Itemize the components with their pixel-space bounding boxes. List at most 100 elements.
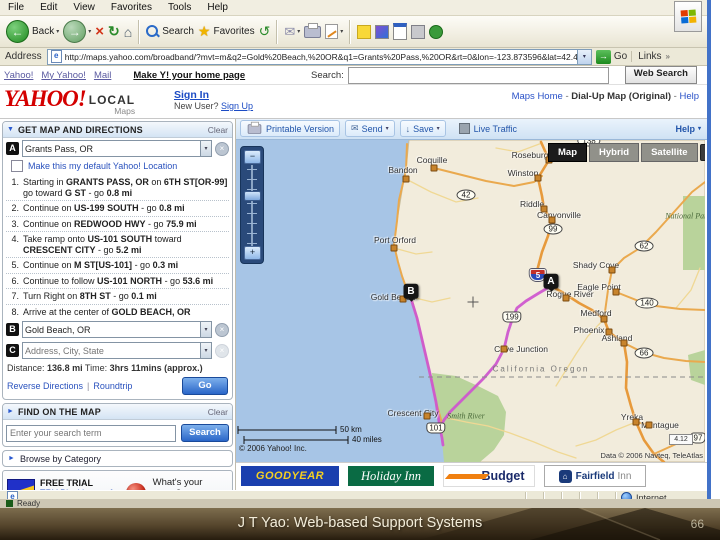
marker-c-badge: C — [6, 344, 19, 357]
address-dropdown-icon[interactable]: ▾ — [577, 48, 592, 65]
satellite-view-button[interactable]: Satellite — [641, 142, 698, 162]
zoom-out-button[interactable]: − — [244, 149, 261, 164]
map-help-button[interactable]: Help ▾ — [675, 124, 701, 134]
zoom-slider-track[interactable] — [251, 164, 253, 247]
route-shield-101: 101 — [426, 422, 446, 434]
map-center-crosshair-icon — [467, 296, 479, 308]
refresh-button[interactable]: ↻ — [108, 23, 120, 40]
map-canvas[interactable]: National Park Smith River CoquilleBandon P… — [236, 139, 705, 462]
stop-button[interactable]: × — [95, 23, 104, 40]
reverse-directions-link[interactable]: Reverse Directions — [7, 381, 83, 391]
map-city-dot — [430, 164, 438, 172]
mail-link[interactable]: Mail — [94, 70, 111, 81]
mail-dropdown-icon[interactable]: ▾ — [297, 28, 300, 35]
my-yahoo-link[interactable]: My Yahoo! — [41, 70, 86, 81]
destination-dropdown-icon[interactable]: ▾ — [200, 321, 212, 338]
collapse-arrow-icon[interactable]: ▼ — [7, 126, 14, 133]
notes-addon-icon[interactable] — [357, 24, 372, 39]
address-url: http://maps.yahoo.com/broadband/?mvt=m&q… — [64, 51, 578, 62]
printable-version-button[interactable]: Printable Version — [240, 120, 341, 138]
route-shield-66: 66 — [634, 347, 654, 359]
plugin-addon-icon[interactable] — [429, 24, 444, 39]
origin-input[interactable] — [22, 140, 200, 157]
stop-c-input[interactable] — [22, 342, 200, 359]
destination-clear-icon[interactable]: × — [215, 322, 229, 337]
favorites-button[interactable]: ★ Favorites — [198, 23, 255, 40]
mail-button[interactable]: ✉ ▾ — [284, 24, 300, 40]
map-view-button[interactable]: Map — [548, 142, 587, 162]
roundtrip-link[interactable]: Roundtrip — [93, 381, 132, 391]
menu-view[interactable]: View — [65, 2, 103, 13]
window-addon-icon[interactable] — [393, 23, 408, 40]
stop-c-dropdown-icon[interactable]: ▾ — [200, 342, 212, 359]
route-marker-B[interactable]: B — [403, 283, 419, 302]
map-city-dot — [390, 244, 398, 252]
menu-tools[interactable]: Tools — [160, 2, 199, 13]
maps-home-link[interactable]: Maps Home — [512, 91, 563, 102]
back-dropdown-icon[interactable]: ▾ — [56, 28, 59, 35]
origin-dropdown-icon[interactable]: ▾ — [200, 140, 212, 157]
send-icon: ✉ — [351, 123, 359, 134]
browser-toolbar: ← Back ▾ → ▾ × ↻ ⌂ Search ★ Favorites ↺ … — [0, 16, 707, 48]
yahoo-search-input[interactable] — [347, 66, 609, 84]
sign-up-link[interactable]: Sign Up — [221, 101, 253, 111]
zoom-in-button[interactable]: + — [244, 245, 261, 260]
edit-button[interactable]: ▾ — [325, 24, 343, 39]
find-search-input[interactable] — [6, 424, 176, 442]
default-location-checkbox[interactable] — [11, 160, 23, 172]
history-button[interactable]: ↺ — [259, 23, 271, 40]
route-marker-A[interactable]: A — [543, 273, 559, 292]
links-toolbar[interactable]: Links » — [631, 51, 670, 62]
yahoo-local-logo[interactable]: YAHOO! LOCAL Maps — [4, 87, 166, 116]
security-addon-icon[interactable] — [411, 24, 426, 39]
browse-by-category[interactable]: ► Browse by Category — [2, 450, 233, 467]
make-homepage-link[interactable]: Make Y! your home page — [133, 70, 245, 81]
dialup-map-link[interactable]: Dial-Up Map (Original) — [571, 91, 671, 102]
help-link[interactable]: Help — [679, 91, 699, 102]
time-value: 3hrs 11mins (approx.) — [109, 363, 203, 373]
link-separator: | — [87, 381, 90, 391]
yahoo-link[interactable]: Yahoo! — [4, 70, 33, 81]
web-search-button[interactable]: Web Search — [624, 66, 697, 84]
search-field-label: Search: — [311, 69, 344, 81]
messenger-addon-icon[interactable] — [375, 24, 390, 39]
send-button[interactable]: ✉ Send ▾ — [345, 120, 395, 138]
go-button[interactable]: → Go — [595, 49, 627, 64]
forward-dropdown-icon[interactable]: ▾ — [88, 28, 91, 35]
home-button[interactable]: ⌂ — [124, 24, 132, 40]
menu-file[interactable]: File — [0, 2, 32, 13]
forward-button[interactable]: → ▾ — [63, 20, 91, 43]
save-button[interactable]: ↓ Save ▾ — [399, 120, 446, 138]
holiday-inn-ad[interactable]: Holiday Inn — [348, 466, 434, 487]
sign-in-link[interactable]: Sign In — [174, 89, 209, 101]
menu-edit[interactable]: Edit — [32, 2, 65, 13]
view-switcher-close-icon[interactable]: × — [699, 143, 705, 161]
origin-clear-icon[interactable]: × — [215, 141, 229, 156]
expand-arrow-icon[interactable]: ► — [7, 408, 14, 415]
address-input[interactable]: e http://maps.yahoo.com/broadband/?mvt=m… — [46, 48, 578, 65]
fairfield-inn-ad[interactable]: ⌂ Fairfield Inn — [544, 465, 646, 488]
map-city-dot — [548, 216, 556, 224]
edit-dropdown-icon[interactable]: ▾ — [340, 28, 343, 35]
print-button[interactable] — [304, 22, 322, 38]
goodyear-ad[interactable]: GOODYEAR — [241, 466, 339, 487]
go-directions-button[interactable]: Go — [182, 377, 228, 395]
clear-link[interactable]: Clear — [208, 407, 228, 417]
direction-step: 7. Turn Right on 8TH ST - go 0.1 mi — [6, 289, 229, 305]
back-button[interactable]: ← Back ▾ — [6, 20, 59, 43]
sidebar-ad[interactable]: FREE TRIAL TRY Blockbuster for FREE! Wha… — [2, 470, 233, 490]
slide-footer: J T Yao: Web-based Support Systems 66 — [0, 508, 720, 540]
address-label: Address — [5, 51, 42, 62]
menu-help[interactable]: Help — [199, 2, 236, 13]
search-icon — [146, 25, 161, 38]
destination-input[interactable] — [22, 321, 200, 338]
search-button[interactable]: Search — [146, 25, 194, 38]
ad-blockbuster-link[interactable]: TRY Blockbuster for — [40, 488, 126, 490]
find-search-button[interactable]: Search — [181, 424, 229, 442]
clear-link[interactable]: Clear — [208, 125, 228, 135]
hybrid-view-button[interactable]: Hybrid — [589, 142, 640, 162]
menu-favorites[interactable]: Favorites — [103, 2, 160, 13]
budget-ad[interactable]: Budget — [443, 465, 535, 488]
live-traffic-toggle[interactable]: Live Traffic — [458, 123, 517, 135]
zoom-slider-handle[interactable] — [244, 190, 261, 201]
